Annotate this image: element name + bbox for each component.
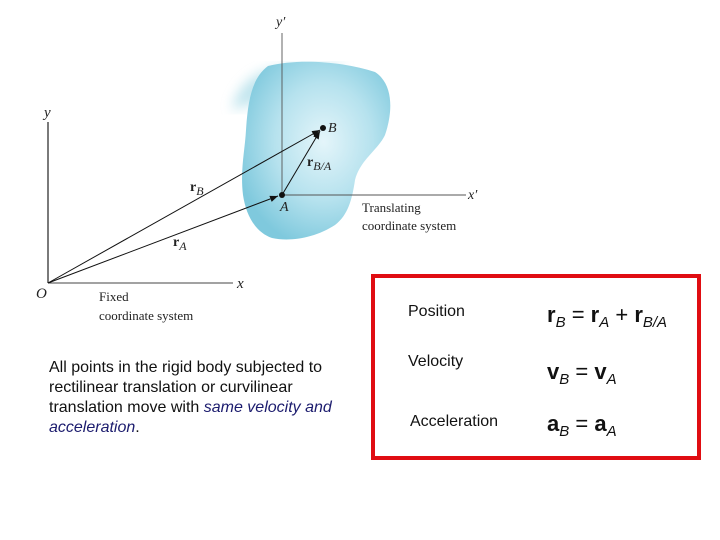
eq-subscript: B/A [642,314,668,331]
eq-term: a [547,411,560,436]
eq-term: v [594,359,607,384]
point-a-dot [279,192,285,198]
point-b-label: B [328,121,337,136]
translating-y-label: y′ [274,15,286,30]
point-b-dot [320,125,326,131]
equation-acceleration: aB = aA [547,411,617,440]
fixed-caption-line1: Fixed [99,289,129,304]
eq-plus: + [609,302,635,327]
eq-subscript: A [606,423,617,440]
description-emphasis-1: same velocity [203,399,301,416]
vector-rA [47,195,279,284]
eq-term: a [594,411,607,436]
eq-subscript: A [606,371,617,388]
translating-caption-line1: Translating [362,200,421,215]
origin-label: O [36,286,47,302]
fixed-x-label: x [236,276,244,292]
eq-equals: = [565,302,591,327]
description-end: . [135,419,140,436]
point-a-label: A [279,200,289,215]
eq-term: r [590,302,600,327]
label-rA: rA [173,235,187,253]
eq-equals: = [569,411,595,436]
equation-label-velocity: Velocity [408,353,464,370]
label-rB: rB [190,180,204,198]
translating-caption-line2: coordinate system [362,218,456,233]
fixed-y-label: y [42,105,51,121]
eq-subscript: B [559,423,570,440]
eq-subscript: B [555,314,566,331]
eq-subscript: A [599,314,610,331]
equation-label-acceleration: Acceleration [410,413,499,430]
eq-term: v [547,359,560,384]
eq-subscript: B [559,371,570,388]
eq-equals: = [569,359,595,384]
fixed-caption-line2: coordinate system [99,308,193,323]
description-text: All points in the rigid body subjected t… [49,358,369,438]
equation-velocity: vB = vA [547,359,617,388]
equation-label-position: Position [408,303,465,320]
eq-term: r [547,302,556,327]
translating-x-label: x′ [467,188,478,203]
equation-position: rB = rA + rB/A [547,302,668,331]
eq-term: r [634,302,643,327]
